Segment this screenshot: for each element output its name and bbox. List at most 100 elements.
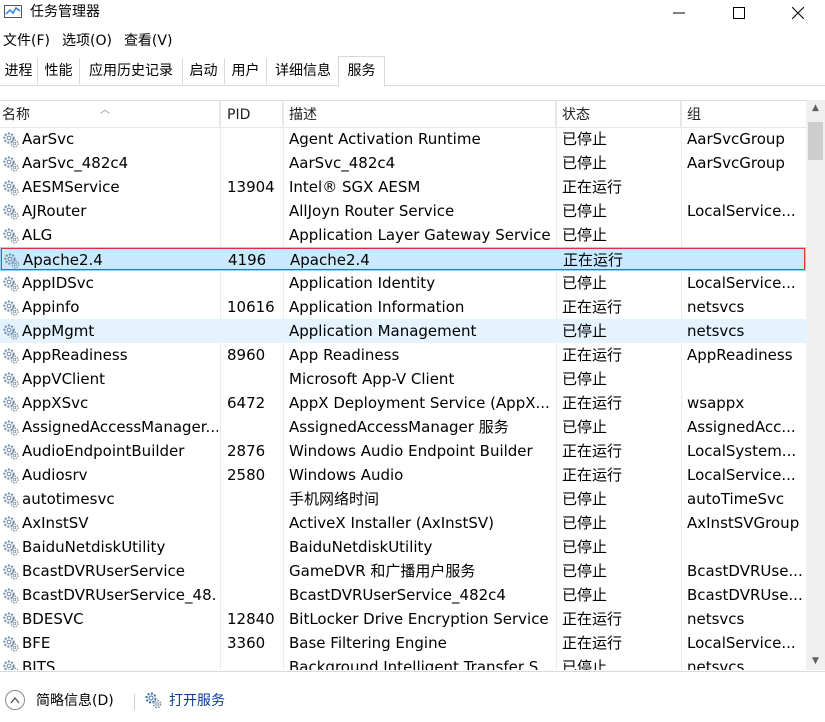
service-pid [227, 223, 282, 247]
service-description: 手机网络时间 [289, 490, 380, 508]
table-row[interactable]: Audiosrv 2580 Windows Audio 正在运行 LocalServic… [0, 463, 806, 487]
table-row[interactable]: BFE 3360 Base Filtering Engine 正在运行 LocalSer… [0, 631, 806, 655]
table-row[interactable]: AESMService 13904 Intel® SGX AESM 正在运行 [0, 175, 806, 199]
service-description: BcastDVRUserService_482c4 [289, 586, 506, 604]
table-row[interactable]: AJRouter AllJoyn Router Service 已停止 LocalSe… [0, 199, 806, 223]
service-group: LocalService... [687, 274, 796, 292]
tab-processes[interactable]: 进程 [0, 58, 38, 84]
service-pid: 4196 [228, 251, 267, 269]
services-gear-icon [145, 692, 162, 709]
service-description: App Readiness [289, 346, 400, 364]
gear-icon [3, 588, 19, 604]
gear-icon [3, 204, 19, 220]
service-status: 正在运行 [563, 251, 624, 269]
table-row[interactable]: AppReadiness 8960 App Readiness 正在运行 AppRead… [0, 343, 806, 367]
minimize-icon [673, 12, 685, 14]
service-status: 已停止 [562, 154, 608, 172]
table-row[interactable]: Appinfo 10616 Application Information 正在运行 n… [0, 295, 806, 319]
table-row[interactable]: AudioEndpointBuilder 2876 Windows Audio En… [0, 439, 806, 463]
title-bar[interactable]: 任务管理器 [0, 0, 825, 28]
tab-performance[interactable]: 性能 [38, 58, 80, 84]
tab-users[interactable]: 用户 [225, 58, 267, 84]
table-row[interactable]: ALG Application Layer Gateway Service 已停止 [0, 223, 806, 247]
gear-icon [3, 180, 19, 196]
column-header-pid[interactable]: PID [221, 101, 283, 127]
service-group: AarSvcGroup [687, 154, 785, 172]
gear-icon [3, 516, 19, 532]
column-header-name[interactable]: 名称 ︿ [0, 101, 220, 127]
service-name: BDESVC [22, 610, 84, 628]
service-pid [227, 511, 282, 535]
open-services-link[interactable]: 打开服务 [144, 690, 225, 710]
table-row[interactable]: BaiduNetdiskUtility BaiduNetdiskUtility 已停… [0, 535, 806, 559]
tab-app-history[interactable]: 应用历史记录 [80, 58, 183, 84]
service-group: netsvcs [687, 610, 745, 628]
table-row[interactable]: BcastDVRUserService_48... BcastDVRUserSer… [0, 583, 806, 607]
table-row[interactable]: AppMgmt Application Management 已停止 netsvcs [0, 319, 806, 343]
tab-details[interactable]: 详细信息 [267, 58, 340, 84]
table-row[interactable]: AarSvc_482c4 AarSvc_482c4 已停止 AarSvcGroup [0, 151, 806, 175]
tab-services[interactable]: 服务 [338, 56, 385, 87]
service-group: LocalService... [687, 202, 796, 220]
service-status: 已停止 [562, 418, 608, 436]
scroll-up-arrow-icon[interactable]: ▲ [806, 100, 825, 117]
menu-options[interactable]: 选项(O) [59, 30, 115, 52]
service-group: AarSvcGroup [687, 130, 785, 148]
service-pid [227, 271, 282, 295]
maximize-button[interactable] [716, 0, 762, 26]
service-description: Application Identity [289, 274, 436, 292]
table-row[interactable]: AppVClient Microsoft App-V Client 已停止 [0, 367, 806, 391]
tab-startup[interactable]: 启动 [183, 58, 225, 84]
table-row[interactable]: BDESVC 12840 BitLocker Drive Encryption Se… [0, 607, 806, 631]
column-header-status[interactable]: 状态 [557, 101, 681, 127]
service-status: 正在运行 [562, 634, 623, 652]
table-row[interactable]: AssignedAccessManager... AssignedAccessMa… [0, 415, 806, 439]
scrollbar-thumb[interactable] [808, 122, 823, 160]
gear-icon [3, 228, 19, 244]
table-row[interactable]: BITS Background Intelligent Transfer S...… [0, 655, 806, 670]
service-status: 已停止 [562, 370, 608, 388]
fewer-details-button[interactable]: 简略信息(D) [5, 690, 114, 710]
table-row[interactable]: Apache2.4 4196 Apache2.4 正在运行 [0, 247, 806, 271]
service-group: LocalService... [687, 634, 796, 652]
service-status: 正在运行 [562, 298, 623, 316]
column-header-description[interactable]: 描述 [284, 101, 556, 127]
table-row[interactable]: AppIDSvc Application Identity 已停止 LocalServ… [0, 271, 806, 295]
service-name: AppReadiness [22, 346, 128, 364]
column-header-group[interactable]: 组 [682, 101, 806, 127]
gear-icon [3, 396, 19, 412]
table-row[interactable]: BcastDVRUserService GameDVR 和广播用户服务 已停止 Bca… [0, 559, 806, 583]
service-pid [227, 559, 282, 583]
menu-file[interactable]: 文件(F) [0, 30, 53, 52]
service-status: 正在运行 [562, 610, 623, 628]
service-group: netsvcs [687, 322, 745, 340]
service-description: AllJoyn Router Service [289, 202, 455, 220]
service-pid: 8960 [227, 346, 266, 364]
service-name: BITS [22, 658, 56, 670]
service-pid: 12840 [227, 610, 275, 628]
services-table[interactable]: AarSvc Agent Activation Runtime 已停止 AarSvcG… [0, 127, 806, 670]
service-description: Apache2.4 [290, 251, 370, 269]
menu-view[interactable]: 查看(V) [121, 30, 176, 52]
service-name: AssignedAccessManager... [22, 418, 218, 436]
scroll-down-arrow-icon[interactable]: ▼ [806, 653, 825, 670]
table-row[interactable]: AarSvc Agent Activation Runtime 已停止 AarSvcG… [0, 127, 806, 151]
table-row[interactable]: AppXSvc 6472 AppX Deployment Service (AppX… [0, 391, 806, 415]
table-row[interactable]: autotimesvc 手机网络时间 已停止 autoTimeSvc [0, 487, 806, 511]
vertical-scrollbar[interactable]: ▲ ▼ [806, 100, 825, 670]
service-description: Windows Audio [289, 466, 404, 484]
service-pid [227, 199, 282, 223]
service-pid: 2876 [227, 442, 266, 460]
table-header: 名称 ︿ PID 描述 状态 组 [0, 100, 806, 128]
open-services-label: 打开服务 [169, 693, 225, 709]
service-group: autoTimeSvc [687, 490, 785, 508]
service-name: BFE [22, 634, 51, 652]
service-group [687, 175, 802, 199]
service-status: 已停止 [562, 226, 608, 244]
tab-strip: 进程 性能 应用历史记录 启动 用户 详细信息 服务 [0, 56, 825, 87]
service-status: 正在运行 [562, 346, 623, 364]
table-row[interactable]: AxInstSV ActiveX Installer (AxInstSV) 已停止 A… [0, 511, 806, 535]
close-button[interactable] [775, 0, 821, 26]
fewer-details-label: 简略信息(D) [36, 693, 114, 709]
minimize-button[interactable] [656, 0, 702, 26]
